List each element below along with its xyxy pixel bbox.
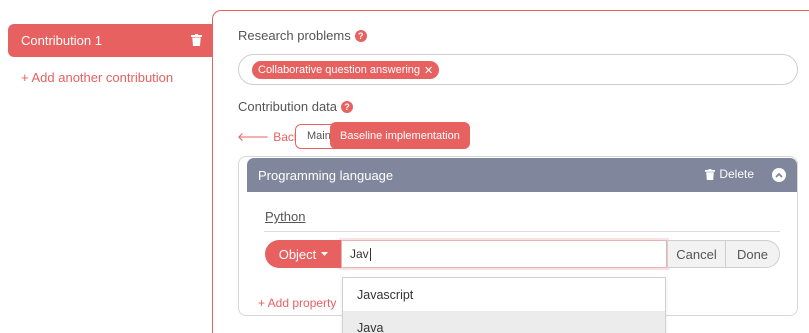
value-input[interactable]: Jav	[341, 240, 667, 268]
property-card: Programming language Delete Python Objec…	[238, 156, 798, 333]
close-icon[interactable]: ✕	[424, 64, 433, 77]
property-header: Programming language Delete	[247, 158, 797, 192]
breadcrumb-tooltip: Baseline implementation	[330, 122, 470, 149]
contribution-panel: Research problems ? Collaborative questi…	[212, 10, 809, 333]
value-input-text: Jav	[350, 247, 369, 261]
autocomplete-option[interactable]: Java	[343, 311, 665, 333]
back-link[interactable]: 🡐 Back	[237, 129, 300, 145]
delete-label: Delete	[719, 167, 754, 181]
arrow-left-icon: 🡐	[237, 130, 270, 144]
contribution-tab[interactable]: Contribution 1	[8, 24, 212, 57]
question-circle-icon[interactable]: ?	[354, 29, 367, 42]
research-problems-label: Research problems ?	[238, 28, 367, 43]
research-problem-chip-label: Collaborative question answering	[258, 64, 421, 76]
value-type-label: Object	[278, 246, 317, 262]
cancel-button[interactable]: Cancel	[667, 240, 726, 268]
trash-icon[interactable]	[191, 34, 202, 49]
autocomplete-menu: Javascript Java	[342, 277, 666, 333]
value-type-dropdown[interactable]: Object	[265, 240, 342, 268]
autocomplete-option[interactable]: Javascript	[343, 278, 665, 311]
contribution-tab-label: Contribution 1	[21, 33, 102, 48]
research-problems-input[interactable]: Collaborative question answering ✕	[238, 54, 798, 85]
delete-property-button[interactable]: Delete	[705, 167, 754, 181]
contribution-data-label-text: Contribution data	[238, 99, 338, 114]
add-contribution-link[interactable]: + Add another contribution	[21, 70, 173, 85]
question-circle-icon[interactable]: ?	[341, 100, 354, 113]
property-title: Programming language	[258, 167, 394, 183]
text-caret	[369, 248, 371, 262]
chevron-up-circle-icon[interactable]	[772, 168, 786, 182]
trash-icon	[705, 168, 716, 180]
research-problems-label-text: Research problems	[238, 28, 351, 43]
done-button[interactable]: Done	[725, 240, 780, 268]
caret-down-icon	[321, 251, 329, 256]
property-value-item[interactable]: Python	[265, 209, 305, 224]
add-property-link[interactable]: + Add property	[258, 296, 336, 310]
divider	[264, 231, 780, 232]
research-problem-chip: Collaborative question answering ✕	[252, 61, 440, 79]
contribution-data-label: Contribution data ?	[238, 99, 354, 114]
